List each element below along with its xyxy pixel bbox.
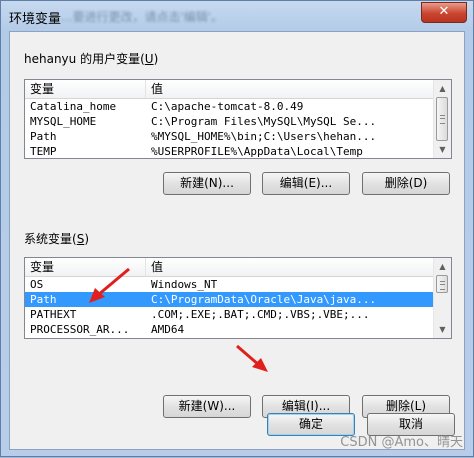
variable-value: C:\Program Files\MySQL\MySQL Se... bbox=[151, 115, 377, 128]
system-list-rows: OS Windows_NT Path C:\ProgramData\Oracle\J… bbox=[25, 277, 435, 337]
scroll-thumb[interactable] bbox=[436, 275, 448, 293]
table-row[interactable]: OS Windows_NT bbox=[25, 277, 435, 292]
variable-value: AMD64 bbox=[151, 323, 185, 336]
column-header-value[interactable]: 值 bbox=[146, 80, 435, 98]
user-variables-list[interactable]: 变量 值 Catalina_home C:\apache-tomcat-8.0.4… bbox=[24, 79, 452, 159]
watermark-text: CSDN @Amo、晴天 bbox=[340, 435, 463, 450]
column-header-variable[interactable]: 变量 bbox=[25, 258, 146, 276]
user-list-rows: Catalina_home C:\apache-tomcat-8.0.49 MYS… bbox=[25, 99, 435, 158]
column-header-value[interactable]: 值 bbox=[146, 258, 435, 276]
grip-icon bbox=[440, 115, 445, 124]
table-row[interactable]: PATHEXT .COM;.EXE;.BAT;.CMD;.VBS;.VBE;... bbox=[25, 307, 435, 322]
user-list-scrollbar[interactable]: ▲ ▼ bbox=[433, 80, 451, 158]
system-variables-list[interactable]: 变量 值 OS Windows_NT Path C:\ProgramData\Ora… bbox=[24, 257, 452, 339]
window-title: 环境变量 bbox=[9, 12, 62, 27]
window-title-faded-text: ...要进行更改，请点击'编辑'。 bbox=[61, 10, 224, 24]
system-variables-group: 系统变量(S) 变量 值 OS Windows_NT Path C:\Program… bbox=[24, 230, 452, 418]
system-list-scrollbar[interactable]: ▲ ▼ bbox=[433, 258, 451, 338]
variable-value: C:\ProgramData\Oracle\Java\java... bbox=[151, 293, 377, 306]
user-edit-button[interactable]: 编辑(E)... bbox=[262, 172, 350, 195]
variable-value: .COM;.EXE;.BAT;.CMD;.VBS;.VBE;... bbox=[151, 308, 370, 321]
chevron-down-icon[interactable]: ▼ bbox=[434, 321, 451, 338]
table-row-selected[interactable]: Path C:\ProgramData\Oracle\Java\java... bbox=[25, 292, 435, 307]
variable-name: PATHEXT bbox=[30, 308, 77, 321]
variable-value: Windows_NT bbox=[151, 278, 218, 291]
variable-name: PROCESSOR_AR... bbox=[30, 323, 130, 336]
user-variables-label-suffix: ) bbox=[153, 52, 159, 66]
user-variables-label-key: U bbox=[144, 52, 154, 66]
dialog-body: hehanyu 的用户变量(U) 变量 值 Catalina_home C:\ap… bbox=[9, 31, 465, 450]
variable-value: %USERPROFILE%\AppData\Local\Temp bbox=[151, 145, 363, 158]
chevron-down-icon[interactable]: ▼ bbox=[434, 141, 451, 158]
chevron-up-icon[interactable]: ▲ bbox=[434, 258, 451, 275]
user-variables-group: hehanyu 的用户变量(U) 变量 值 Catalina_home C:\ap… bbox=[24, 50, 452, 220]
variable-value: C:\apache-tomcat-8.0.49 bbox=[151, 100, 304, 113]
scroll-thumb[interactable] bbox=[436, 97, 448, 141]
table-row[interactable]: TEMP %USERPROFILE%\AppData\Local\Temp bbox=[25, 144, 435, 158]
title-bar[interactable]: 环境变量 ...要进行更改，请点击'编辑'。 ✕ bbox=[1, 1, 473, 31]
column-header-variable[interactable]: 变量 bbox=[25, 80, 146, 98]
table-row[interactable]: PROCESSOR_AR... AMD64 bbox=[25, 322, 435, 337]
variable-name: TEMP bbox=[30, 145, 57, 158]
environment-variables-window: 环境变量 ...要进行更改，请点击'编辑'。 ✕ hehanyu 的用户变量(U… bbox=[0, 0, 474, 457]
user-variables-label-text: hehanyu 的用户变量( bbox=[24, 52, 145, 66]
user-variables-label: hehanyu 的用户变量(U) bbox=[24, 50, 158, 67]
user-delete-button[interactable]: 删除(D) bbox=[362, 172, 450, 195]
system-list-header: 变量 值 bbox=[25, 258, 435, 277]
variable-name: Path bbox=[30, 293, 57, 306]
variable-name: Path bbox=[30, 130, 57, 143]
user-list-header: 变量 值 bbox=[25, 80, 435, 99]
close-icon: ✕ bbox=[438, 4, 450, 19]
variable-name: Catalina_home bbox=[30, 100, 117, 113]
grip-icon bbox=[440, 281, 445, 290]
variable-name: MYSQL_HOME bbox=[30, 115, 97, 128]
system-variables-label-suffix: ) bbox=[84, 232, 89, 246]
system-new-button[interactable]: 新建(W)... bbox=[163, 395, 251, 418]
chevron-up-icon[interactable]: ▲ bbox=[434, 80, 451, 97]
system-variables-label-text: 系统变量( bbox=[24, 232, 77, 246]
table-row[interactable]: Catalina_home C:\apache-tomcat-8.0.49 bbox=[25, 99, 435, 114]
table-row[interactable]: MYSQL_HOME C:\Program Files\MySQL\MySQL S… bbox=[25, 114, 435, 129]
user-new-button[interactable]: 新建(N)... bbox=[163, 172, 251, 195]
close-button[interactable]: ✕ bbox=[421, 2, 467, 23]
table-row[interactable]: Path %MYSQL_HOME%\bin;C:\Users\hehan... bbox=[25, 129, 435, 144]
variable-name: OS bbox=[30, 278, 44, 291]
system-variables-label: 系统变量(S) bbox=[24, 230, 89, 247]
variable-value: %MYSQL_HOME%\bin;C:\Users\hehan... bbox=[151, 130, 377, 143]
